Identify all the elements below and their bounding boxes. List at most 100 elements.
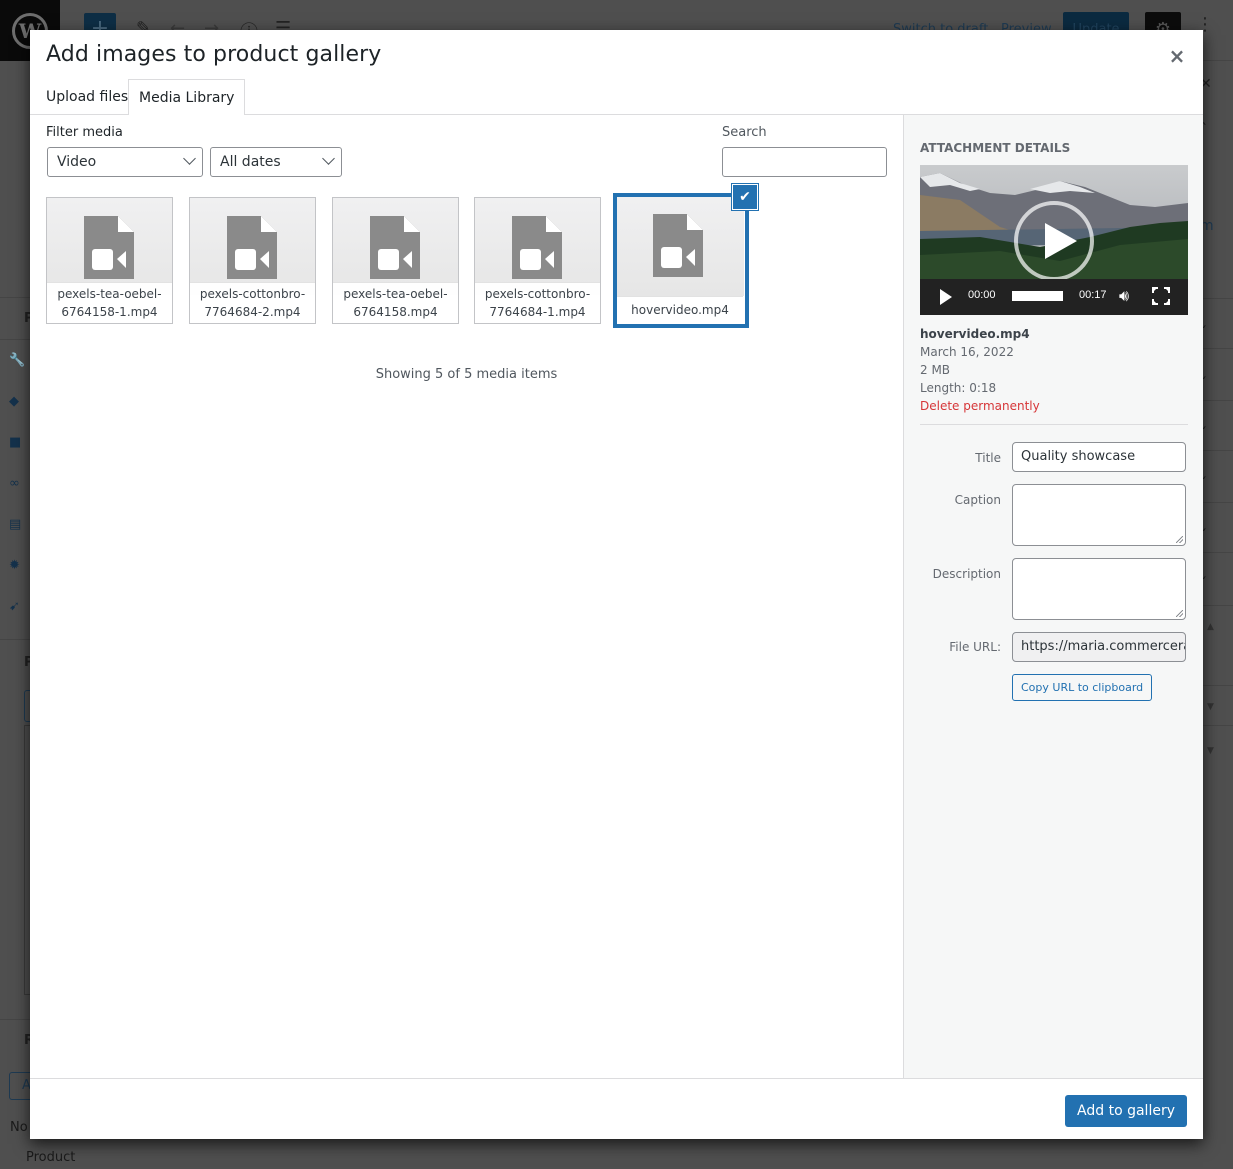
media-thumbnail xyxy=(333,198,458,295)
modal-tabs: Upload files Media Library xyxy=(30,79,1203,116)
media-type-value: Video xyxy=(57,154,97,170)
media-thumbnail xyxy=(190,198,315,295)
tab-media-library[interactable]: Media Library xyxy=(128,79,246,116)
divider xyxy=(1203,502,1233,503)
media-type-select[interactable]: Video xyxy=(47,147,203,177)
divider xyxy=(1203,450,1233,451)
file-url-input[interactable]: https://maria.commerceran xyxy=(1012,632,1186,662)
attachment-meta: hovervideo.mp4 March 16, 2022 2 MB Lengt… xyxy=(920,325,1040,415)
media-item-selected[interactable]: hovervideo.mp4 ✔ xyxy=(613,184,758,328)
media-filename: pexels-tea-oebel- 6764158.mp4 xyxy=(333,282,458,323)
truck-icon: ■ xyxy=(9,435,22,450)
add-to-gallery-button[interactable]: Add to gallery xyxy=(1065,1095,1187,1127)
filename-line-1: pexels-cottonbro- xyxy=(484,287,591,301)
bg-text: No xyxy=(10,1120,28,1135)
filename-line-2: 7764684-2.mp4 xyxy=(204,305,301,319)
modal-title: Add images to product gallery xyxy=(46,42,382,67)
description-textarea[interactable] xyxy=(1012,558,1186,620)
background-left-panel: P 🔧 ◆ ■ ∞ ▤ ✹ ➹ P R xyxy=(0,61,34,1169)
file-url-label: File URL: xyxy=(949,640,1001,654)
divider xyxy=(0,297,30,298)
filename-line-2: 6764158-1.mp4 xyxy=(61,305,158,319)
search-input[interactable] xyxy=(722,147,887,177)
caption-label: Caption xyxy=(954,493,1001,507)
divider xyxy=(1203,725,1233,726)
attachment-details-heading: Attachment Details xyxy=(920,141,1071,155)
divider xyxy=(1203,605,1233,606)
tab-upload-files[interactable]: Upload files xyxy=(36,79,138,115)
close-icon[interactable]: × xyxy=(1165,44,1189,68)
media-filename: hovervideo.mp4 xyxy=(617,296,743,324)
video-controls: 00:00 00:17 🔊︎ xyxy=(920,279,1188,315)
video-file-icon xyxy=(512,216,562,279)
filename-line-1: pexels-cottonbro- xyxy=(199,287,306,301)
gear-icon: ✹ xyxy=(9,558,20,573)
date-filter-value: All dates xyxy=(220,154,281,170)
fullscreen-icon[interactable] xyxy=(1152,287,1170,305)
bg-breadcrumb-text: Product xyxy=(26,1150,76,1165)
media-item[interactable]: pexels-cottonbro- 7764684-1.mp4 xyxy=(474,197,601,324)
filename-line-1: pexels-tea-oebel- xyxy=(343,287,448,301)
video-file-icon xyxy=(370,216,420,279)
volume-icon[interactable]: 🔊︎ xyxy=(1119,286,1129,306)
media-count: Showing 5 of 5 media items xyxy=(375,367,558,382)
wrench-icon: 🔧 xyxy=(9,353,26,368)
attachment-filename: hovervideo.mp4 xyxy=(920,327,1030,341)
media-browser: Filter media Video All dates Search pexe… xyxy=(30,115,903,1078)
chevron-down-icon xyxy=(322,152,335,165)
media-thumbnail xyxy=(475,198,600,295)
caption-textarea[interactable] xyxy=(1012,484,1186,546)
video-file-icon xyxy=(653,214,703,277)
filename-line-2: 7764684-1.mp4 xyxy=(489,305,586,319)
divider xyxy=(0,639,30,640)
divider xyxy=(1203,348,1233,349)
media-item[interactable]: pexels-tea-oebel- 6764158-1.mp4 xyxy=(46,197,173,324)
plugin-icon: ➹ xyxy=(9,599,20,614)
video-file-icon xyxy=(84,216,134,279)
media-modal: Add images to product gallery × Upload f… xyxy=(30,30,1203,1139)
triangle-up-icon: ▲ xyxy=(1207,622,1214,632)
big-play-button[interactable] xyxy=(1014,201,1094,281)
play-icon[interactable] xyxy=(940,289,952,305)
media-item[interactable]: pexels-tea-oebel- 6764158.mp4 xyxy=(332,197,459,324)
divider xyxy=(1203,685,1233,686)
tag-icon: ◆ xyxy=(9,394,19,409)
media-filename: pexels-tea-oebel- 6764158-1.mp4 xyxy=(47,282,172,323)
divider xyxy=(1203,298,1233,299)
divider xyxy=(1203,552,1233,553)
divider xyxy=(920,424,1188,425)
triangle-down-icon: ▼ xyxy=(1207,702,1214,712)
modal-footer: Add to gallery xyxy=(30,1078,1203,1139)
media-filename: pexels-cottonbro- 7764684-2.mp4 xyxy=(190,282,315,323)
description-label: Description xyxy=(932,567,1001,581)
media-thumbnail xyxy=(47,198,172,295)
divider xyxy=(1203,400,1233,401)
video-player[interactable]: 00:00 00:17 🔊︎ xyxy=(920,165,1188,315)
date-filter-select[interactable]: All dates xyxy=(210,147,342,177)
filename-line-1: hovervideo.mp4 xyxy=(631,303,729,317)
current-time: 00:00 xyxy=(968,289,996,301)
video-file-icon xyxy=(227,216,277,279)
attachment-details-sidebar: Attachment Details 00:00 xyxy=(903,115,1203,1078)
duration: 00:17 xyxy=(1079,289,1107,301)
media-filename: pexels-cottonbro- 7764684-1.mp4 xyxy=(475,282,600,323)
divider xyxy=(0,1019,30,1020)
triangle-down-icon: ▼ xyxy=(1207,746,1214,756)
checkmark-icon[interactable]: ✔ xyxy=(732,184,758,210)
title-input[interactable]: Quality showcase xyxy=(1012,442,1186,472)
filename-line-1: pexels-tea-oebel- xyxy=(57,287,162,301)
filename-line-2: 6764158.mp4 xyxy=(353,305,438,319)
media-thumbnail xyxy=(617,197,744,296)
media-item[interactable]: pexels-cottonbro- 7764684-2.mp4 xyxy=(189,197,316,324)
table-icon: ▤ xyxy=(9,517,22,532)
progress-slider[interactable] xyxy=(1012,291,1063,301)
attachment-length: Length: 0:18 xyxy=(920,381,997,395)
chevron-down-icon xyxy=(183,152,196,165)
delete-permanently-link[interactable]: Delete permanently xyxy=(920,397,1040,415)
divider xyxy=(0,339,30,340)
attachment-size: 2 MB xyxy=(920,363,951,377)
title-label: Title xyxy=(975,451,1001,465)
copy-url-button[interactable]: Copy URL to clipboard xyxy=(1012,674,1153,701)
link-icon: ∞ xyxy=(9,476,20,491)
attachment-date: March 16, 2022 xyxy=(920,345,1014,359)
